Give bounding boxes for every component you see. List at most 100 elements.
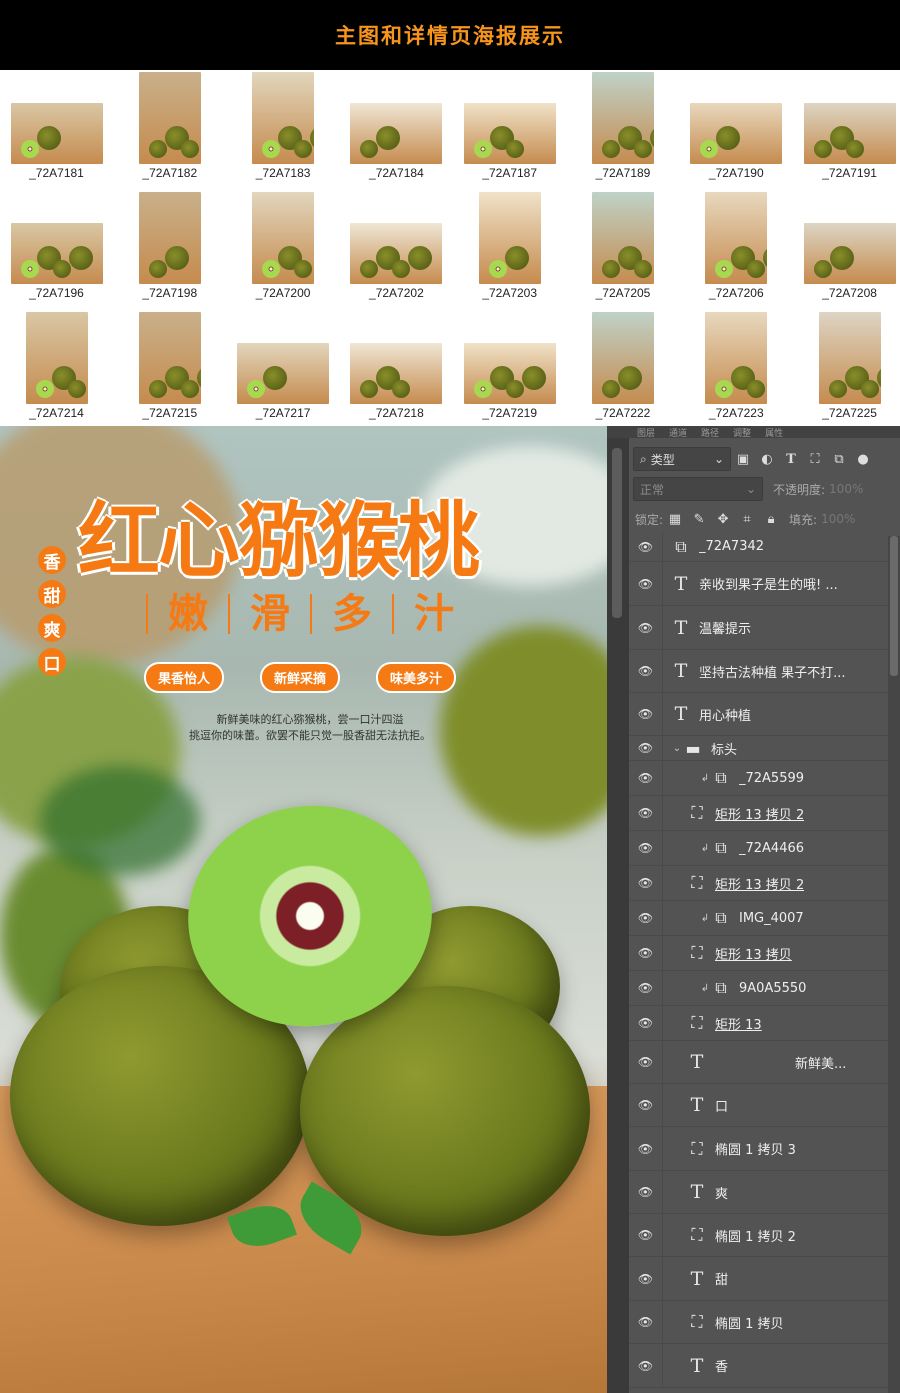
visibility-eye-icon[interactable]: 👁︎ — [629, 1257, 663, 1300]
thumbnail-image[interactable] — [25, 312, 88, 404]
thumbnail-image[interactable] — [592, 312, 654, 404]
thumbnail-image[interactable] — [237, 343, 330, 404]
thumbnail-item[interactable]: _72A7202 — [340, 190, 453, 310]
thumbnail-image[interactable] — [463, 103, 556, 164]
visibility-eye-icon[interactable]: 👁︎ — [629, 1006, 663, 1040]
left-scrollbar[interactable] — [607, 438, 629, 1393]
thumbnail-image[interactable] — [138, 72, 201, 164]
shape-filter-icon[interactable]: ⛶ — [803, 447, 827, 471]
thumbnail-image[interactable] — [463, 343, 556, 404]
thumbnail-item[interactable]: _72A7183 — [227, 70, 340, 190]
layer-row[interactable]: 👁︎ ↲ ⧉ IMG_4007 — [629, 901, 888, 936]
layer-row[interactable]: 👁︎ ⛶ 矩形 13 拷贝 — [629, 936, 888, 971]
visibility-eye-icon[interactable]: 👁︎ — [629, 693, 663, 735]
panel-tab[interactable]: 属性 — [765, 426, 783, 438]
thumbnail-item[interactable]: _72A7218 — [340, 310, 453, 430]
visibility-eye-icon[interactable]: 👁︎ — [629, 606, 663, 649]
thumbnail-item[interactable]: _72A7196 — [0, 190, 113, 310]
thumbnail-item[interactable]: _72A7182 — [113, 70, 226, 190]
blend-mode-select[interactable]: 正常 ⌄ — [633, 477, 763, 501]
thumbnail-image[interactable] — [592, 72, 654, 164]
visibility-eye-icon[interactable]: 👁︎ — [629, 796, 663, 830]
thumbnail-image[interactable] — [478, 192, 541, 284]
thumbnail-item[interactable]: _72A7208 — [793, 190, 900, 310]
layer-row[interactable]: 👁︎ ⛶ 椭圆 1 拷贝 3 — [629, 1127, 888, 1171]
layer-row[interactable]: 👁︎ ⛶ 矩形 13 拷贝 2 — [629, 796, 888, 831]
thumbnail-item[interactable]: _72A7190 — [680, 70, 793, 190]
layer-row[interactable]: 👁︎ T 新鲜美... — [629, 1041, 888, 1084]
image-filter-icon[interactable]: ▣ — [731, 447, 755, 471]
layer-row[interactable]: 👁︎ T 温馨提示 — [629, 606, 888, 650]
visibility-eye-icon[interactable]: 👁︎ — [629, 736, 663, 760]
visibility-eye-icon[interactable]: 👁︎ — [629, 1041, 663, 1083]
layer-row[interactable]: 👁︎ ⌄ ▬ 标头 — [629, 736, 888, 761]
thumbnail-image[interactable] — [138, 192, 201, 284]
thumbnail-item[interactable]: _72A7191 — [793, 70, 900, 190]
text-filter-icon[interactable]: T — [779, 447, 803, 471]
adjustment-filter-icon[interactable]: ◐ — [755, 447, 779, 471]
visibility-eye-icon[interactable]: 👁︎ — [629, 1214, 663, 1256]
layer-row[interactable]: 👁︎ ⛶ 矩形 13 — [629, 1006, 888, 1041]
layer-row[interactable]: 👁︎ ⛶ 椭圆 1 拷贝 — [629, 1301, 888, 1344]
opacity-value[interactable]: 100% — [829, 482, 863, 496]
thumbnail-image[interactable] — [138, 312, 201, 404]
fill-value[interactable]: 100% — [821, 512, 855, 526]
layer-row[interactable]: 👁︎ ⛶ 矩形 13 拷贝 2 — [629, 866, 888, 901]
thumbnail-image[interactable] — [803, 223, 896, 284]
thumbnail-item[interactable]: _72A7222 — [567, 310, 680, 430]
thumbnail-image[interactable] — [252, 72, 315, 164]
thumbnail-image[interactable] — [10, 223, 103, 284]
thumbnail-item[interactable]: _72A7225 — [793, 310, 900, 430]
layer-filter-select[interactable]: ⌕ 类型 ⌄ — [633, 447, 731, 471]
scroll-thumb[interactable] — [612, 448, 622, 618]
thumbnail-item[interactable]: _72A7187 — [453, 70, 566, 190]
layer-row[interactable]: 👁︎ ⧉ _72A7342 — [629, 532, 888, 562]
layer-row[interactable]: 👁︎ ↲ ⧉ _72A4466 — [629, 831, 888, 866]
thumbnail-item[interactable]: _72A7223 — [680, 310, 793, 430]
visibility-eye-icon[interactable]: 👁︎ — [629, 1084, 663, 1126]
visibility-eye-icon[interactable]: 👁︎ — [629, 1301, 663, 1343]
layer-row[interactable]: 👁︎ T 口 — [629, 1084, 888, 1127]
layer-row[interactable]: 👁︎ ⛶ 椭圆 1 拷贝 2 — [629, 1214, 888, 1257]
thumbnail-image[interactable] — [705, 312, 768, 404]
thumbnail-image[interactable] — [705, 192, 768, 284]
thumbnail-item[interactable]: _72A7203 — [453, 190, 566, 310]
visibility-eye-icon[interactable]: 👁︎ — [629, 971, 663, 1005]
thumbnail-item[interactable]: _72A7205 — [567, 190, 680, 310]
layer-row[interactable]: 👁︎ T 爽 — [629, 1171, 888, 1214]
layer-row[interactable]: 👁︎ ↲ ⧉ 9A0A5550 — [629, 971, 888, 1006]
visibility-eye-icon[interactable]: 👁︎ — [629, 1127, 663, 1170]
layers-scrollbar[interactable] — [888, 536, 900, 1393]
panel-tab[interactable]: 调整 — [733, 426, 751, 438]
lock-transparent-icon[interactable]: ▦ — [663, 507, 687, 531]
panel-tab[interactable]: 图层 — [637, 426, 655, 438]
thumbnail-image[interactable] — [252, 192, 315, 284]
lock-move-icon[interactable]: ✥ — [711, 507, 735, 531]
filter-toggle-icon[interactable]: ● — [851, 447, 875, 471]
scroll-thumb[interactable] — [890, 536, 898, 676]
thumbnail-image[interactable] — [10, 103, 103, 164]
thumbnail-image[interactable] — [803, 103, 896, 164]
thumbnail-item[interactable]: _72A7219 — [453, 310, 566, 430]
layer-row[interactable]: 👁︎ T 用心种植 — [629, 693, 888, 736]
thumbnail-image[interactable] — [350, 343, 443, 404]
visibility-eye-icon[interactable]: 👁︎ — [629, 562, 663, 605]
lock-artboard-icon[interactable]: ⌗ — [735, 507, 759, 531]
thumbnail-item[interactable]: _72A7215 — [113, 310, 226, 430]
smart-object-filter-icon[interactable]: ⧉ — [827, 447, 851, 471]
chevron-down-icon[interactable]: ⌄ — [671, 743, 683, 754]
visibility-eye-icon[interactable]: 👁︎ — [629, 866, 663, 900]
thumbnail-item[interactable]: _72A7214 — [0, 310, 113, 430]
thumbnail-item[interactable]: _72A7198 — [113, 190, 226, 310]
thumbnail-image[interactable] — [592, 192, 654, 284]
thumbnail-item[interactable]: _72A7206 — [680, 190, 793, 310]
panel-tab[interactable]: 通道 — [669, 426, 687, 438]
thumbnail-item[interactable]: _72A7217 — [227, 310, 340, 430]
thumbnail-image[interactable] — [350, 103, 443, 164]
layer-row[interactable]: 👁︎ T 甜 — [629, 1257, 888, 1301]
thumbnail-item[interactable]: _72A7200 — [227, 190, 340, 310]
thumbnail-item[interactable]: _72A7184 — [340, 70, 453, 190]
thumbnail-image[interactable] — [350, 223, 443, 284]
visibility-eye-icon[interactable]: 👁︎ — [629, 761, 663, 795]
thumbnail-item[interactable]: _72A7189 — [567, 70, 680, 190]
